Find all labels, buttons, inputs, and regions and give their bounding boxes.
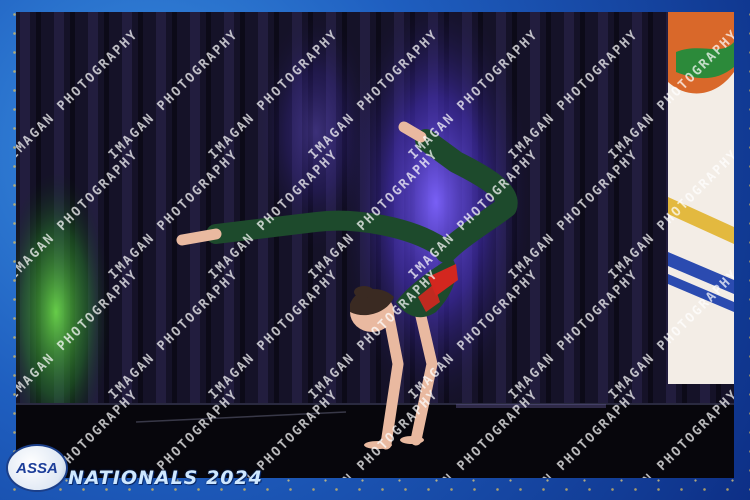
logo-text: ASSA [16, 459, 58, 477]
stage-scene [16, 12, 734, 478]
event-title: NATIONALS 2024 [68, 467, 263, 489]
stage-photo [16, 12, 734, 478]
photo-frame: IMAGAN PHOTOGRAPHY IMAGAN PHOTOGRAPHY IM… [0, 0, 750, 500]
assa-logo: ASSA [6, 444, 68, 492]
